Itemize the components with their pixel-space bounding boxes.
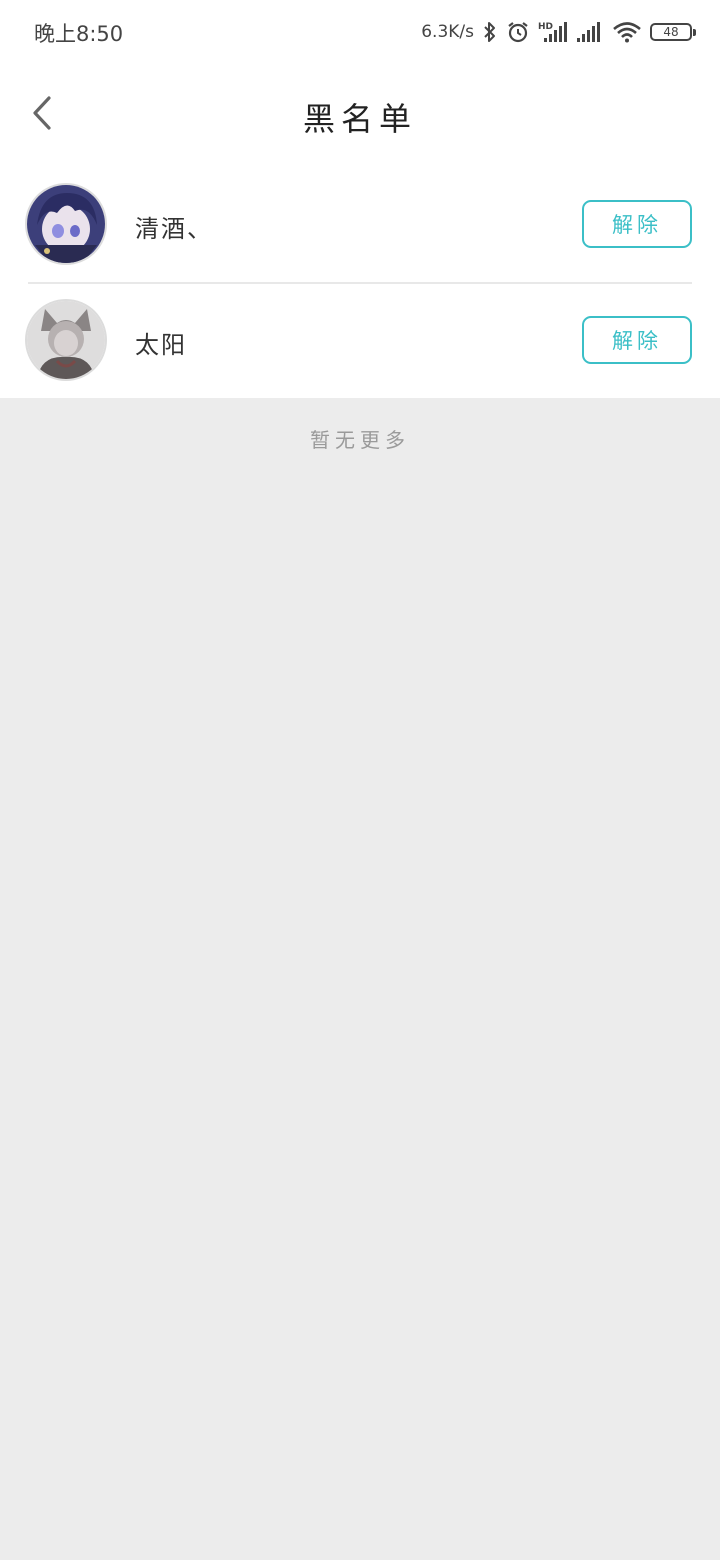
avatar[interactable] bbox=[27, 301, 105, 379]
status-icons: 6.3K/s HD 48 bbox=[421, 16, 696, 48]
status-bar: 晚上8:50 6.3K/s HD 48 bbox=[0, 0, 720, 64]
list-item: 太阳 解除 bbox=[0, 282, 720, 398]
battery-icon: 48 bbox=[650, 23, 696, 41]
bluetooth-icon bbox=[482, 20, 498, 44]
hd-signal-icon: HD bbox=[538, 20, 568, 44]
status-time: 晚上8:50 bbox=[34, 22, 124, 46]
no-more-text: 暂无更多 bbox=[310, 428, 410, 452]
list-item: 清酒、 解除 bbox=[0, 166, 720, 282]
unblock-button[interactable]: 解除 bbox=[582, 316, 692, 364]
unblock-button[interactable]: 解除 bbox=[582, 200, 692, 248]
signal-icon bbox=[576, 20, 604, 44]
alarm-icon bbox=[506, 20, 530, 44]
wifi-icon bbox=[612, 20, 642, 44]
svg-text:HD: HD bbox=[538, 22, 553, 32]
network-speed: 6.3K/s bbox=[421, 22, 474, 42]
battery-level: 48 bbox=[663, 25, 679, 39]
user-name: 太阳 bbox=[135, 331, 187, 359]
page-title: 黑名单 bbox=[302, 100, 417, 138]
user-name: 清酒、 bbox=[135, 215, 213, 243]
avatar[interactable] bbox=[27, 185, 105, 263]
blacklist: 清酒、 解除 太阳 解除 bbox=[0, 166, 720, 398]
nav-bar: 黑名单 bbox=[0, 70, 720, 160]
